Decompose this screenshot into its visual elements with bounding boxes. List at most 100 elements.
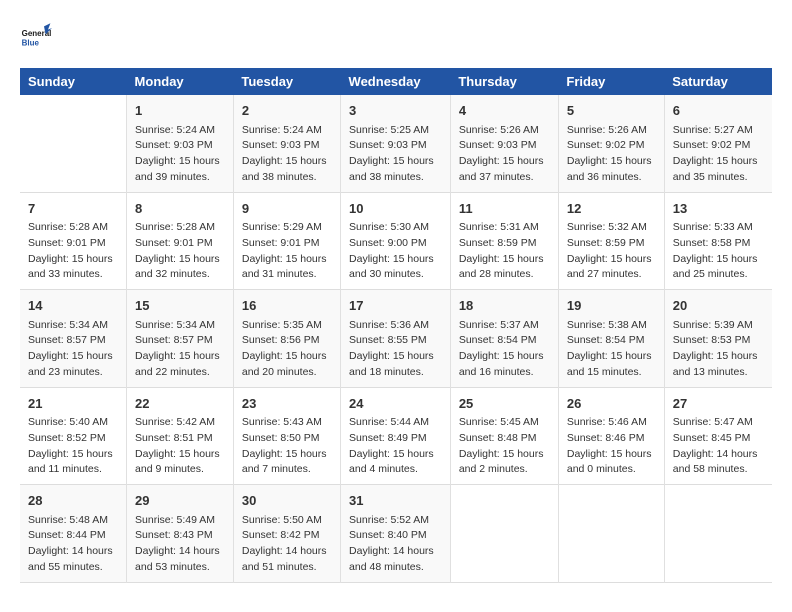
calendar-cell: 19Sunrise: 5:38 AM Sunset: 8:54 PM Dayli… <box>558 290 664 388</box>
day-number: 29 <box>135 491 225 511</box>
day-number: 18 <box>459 296 550 316</box>
day-info: Sunrise: 5:42 AM Sunset: 8:51 PM Dayligh… <box>135 415 225 478</box>
day-number: 20 <box>673 296 764 316</box>
day-number: 28 <box>28 491 118 511</box>
calendar-cell: 14Sunrise: 5:34 AM Sunset: 8:57 PM Dayli… <box>20 290 127 388</box>
day-number: 13 <box>673 199 764 219</box>
calendar-cell: 15Sunrise: 5:34 AM Sunset: 8:57 PM Dayli… <box>127 290 234 388</box>
calendar-cell: 24Sunrise: 5:44 AM Sunset: 8:49 PM Dayli… <box>341 387 451 485</box>
calendar-cell: 30Sunrise: 5:50 AM Sunset: 8:42 PM Dayli… <box>233 485 340 583</box>
day-number: 16 <box>242 296 332 316</box>
day-info: Sunrise: 5:34 AM Sunset: 8:57 PM Dayligh… <box>135 318 225 381</box>
calendar-cell: 11Sunrise: 5:31 AM Sunset: 8:59 PM Dayli… <box>450 192 558 290</box>
day-number: 5 <box>567 101 656 121</box>
calendar-cell: 2Sunrise: 5:24 AM Sunset: 9:03 PM Daylig… <box>233 95 340 192</box>
day-info: Sunrise: 5:46 AM Sunset: 8:46 PM Dayligh… <box>567 415 656 478</box>
day-info: Sunrise: 5:24 AM Sunset: 9:03 PM Dayligh… <box>135 123 225 186</box>
calendar-cell: 31Sunrise: 5:52 AM Sunset: 8:40 PM Dayli… <box>341 485 451 583</box>
day-number: 11 <box>459 199 550 219</box>
day-number: 12 <box>567 199 656 219</box>
day-number: 9 <box>242 199 332 219</box>
day-number: 10 <box>349 199 442 219</box>
header-friday: Friday <box>558 68 664 95</box>
calendar-cell: 10Sunrise: 5:30 AM Sunset: 9:00 PM Dayli… <box>341 192 451 290</box>
day-info: Sunrise: 5:32 AM Sunset: 8:59 PM Dayligh… <box>567 220 656 283</box>
calendar-table: SundayMondayTuesdayWednesdayThursdayFrid… <box>20 68 772 583</box>
day-info: Sunrise: 5:36 AM Sunset: 8:55 PM Dayligh… <box>349 318 442 381</box>
calendar-cell: 12Sunrise: 5:32 AM Sunset: 8:59 PM Dayli… <box>558 192 664 290</box>
day-info: Sunrise: 5:48 AM Sunset: 8:44 PM Dayligh… <box>28 513 118 576</box>
calendar-cell: 22Sunrise: 5:42 AM Sunset: 8:51 PM Dayli… <box>127 387 234 485</box>
calendar-cell <box>558 485 664 583</box>
day-number: 23 <box>242 394 332 414</box>
calendar-cell: 28Sunrise: 5:48 AM Sunset: 8:44 PM Dayli… <box>20 485 127 583</box>
day-info: Sunrise: 5:35 AM Sunset: 8:56 PM Dayligh… <box>242 318 332 381</box>
day-info: Sunrise: 5:24 AM Sunset: 9:03 PM Dayligh… <box>242 123 332 186</box>
day-info: Sunrise: 5:43 AM Sunset: 8:50 PM Dayligh… <box>242 415 332 478</box>
calendar-cell: 27Sunrise: 5:47 AM Sunset: 8:45 PM Dayli… <box>664 387 772 485</box>
logo: General Blue <box>20 20 56 52</box>
day-number: 15 <box>135 296 225 316</box>
day-info: Sunrise: 5:33 AM Sunset: 8:58 PM Dayligh… <box>673 220 764 283</box>
calendar-cell: 25Sunrise: 5:45 AM Sunset: 8:48 PM Dayli… <box>450 387 558 485</box>
logo-icon: General Blue <box>20 20 52 52</box>
calendar-cell: 16Sunrise: 5:35 AM Sunset: 8:56 PM Dayli… <box>233 290 340 388</box>
day-info: Sunrise: 5:30 AM Sunset: 9:00 PM Dayligh… <box>349 220 442 283</box>
calendar-cell: 5Sunrise: 5:26 AM Sunset: 9:02 PM Daylig… <box>558 95 664 192</box>
calendar-cell: 3Sunrise: 5:25 AM Sunset: 9:03 PM Daylig… <box>341 95 451 192</box>
day-info: Sunrise: 5:50 AM Sunset: 8:42 PM Dayligh… <box>242 513 332 576</box>
day-info: Sunrise: 5:25 AM Sunset: 9:03 PM Dayligh… <box>349 123 442 186</box>
day-number: 31 <box>349 491 442 511</box>
day-number: 4 <box>459 101 550 121</box>
day-info: Sunrise: 5:52 AM Sunset: 8:40 PM Dayligh… <box>349 513 442 576</box>
day-info: Sunrise: 5:28 AM Sunset: 9:01 PM Dayligh… <box>135 220 225 283</box>
calendar-cell: 4Sunrise: 5:26 AM Sunset: 9:03 PM Daylig… <box>450 95 558 192</box>
header-tuesday: Tuesday <box>233 68 340 95</box>
calendar-cell <box>664 485 772 583</box>
calendar-cell: 18Sunrise: 5:37 AM Sunset: 8:54 PM Dayli… <box>450 290 558 388</box>
calendar-cell: 20Sunrise: 5:39 AM Sunset: 8:53 PM Dayli… <box>664 290 772 388</box>
calendar-header-row: SundayMondayTuesdayWednesdayThursdayFrid… <box>20 68 772 95</box>
day-info: Sunrise: 5:31 AM Sunset: 8:59 PM Dayligh… <box>459 220 550 283</box>
calendar-cell: 21Sunrise: 5:40 AM Sunset: 8:52 PM Dayli… <box>20 387 127 485</box>
day-info: Sunrise: 5:39 AM Sunset: 8:53 PM Dayligh… <box>673 318 764 381</box>
day-number: 21 <box>28 394 118 414</box>
calendar-week-1: 1Sunrise: 5:24 AM Sunset: 9:03 PM Daylig… <box>20 95 772 192</box>
day-number: 19 <box>567 296 656 316</box>
day-number: 8 <box>135 199 225 219</box>
calendar-cell: 6Sunrise: 5:27 AM Sunset: 9:02 PM Daylig… <box>664 95 772 192</box>
day-number: 27 <box>673 394 764 414</box>
day-number: 24 <box>349 394 442 414</box>
day-info: Sunrise: 5:49 AM Sunset: 8:43 PM Dayligh… <box>135 513 225 576</box>
day-info: Sunrise: 5:40 AM Sunset: 8:52 PM Dayligh… <box>28 415 118 478</box>
day-info: Sunrise: 5:38 AM Sunset: 8:54 PM Dayligh… <box>567 318 656 381</box>
day-info: Sunrise: 5:47 AM Sunset: 8:45 PM Dayligh… <box>673 415 764 478</box>
header-wednesday: Wednesday <box>341 68 451 95</box>
calendar-week-4: 21Sunrise: 5:40 AM Sunset: 8:52 PM Dayli… <box>20 387 772 485</box>
day-number: 25 <box>459 394 550 414</box>
svg-text:Blue: Blue <box>22 39 40 48</box>
day-number: 6 <box>673 101 764 121</box>
day-info: Sunrise: 5:44 AM Sunset: 8:49 PM Dayligh… <box>349 415 442 478</box>
day-number: 7 <box>28 199 118 219</box>
header-monday: Monday <box>127 68 234 95</box>
calendar-cell: 17Sunrise: 5:36 AM Sunset: 8:55 PM Dayli… <box>341 290 451 388</box>
day-number: 26 <box>567 394 656 414</box>
calendar-cell: 26Sunrise: 5:46 AM Sunset: 8:46 PM Dayli… <box>558 387 664 485</box>
day-info: Sunrise: 5:37 AM Sunset: 8:54 PM Dayligh… <box>459 318 550 381</box>
day-info: Sunrise: 5:26 AM Sunset: 9:03 PM Dayligh… <box>459 123 550 186</box>
day-number: 22 <box>135 394 225 414</box>
day-number: 30 <box>242 491 332 511</box>
day-number: 3 <box>349 101 442 121</box>
header-saturday: Saturday <box>664 68 772 95</box>
calendar-week-2: 7 Sunrise: 5:28 AM Sunset: 9:01 PM Daylig… <box>20 192 772 290</box>
day-number: 1 <box>135 101 225 121</box>
calendar-cell: 13Sunrise: 5:33 AM Sunset: 8:58 PM Dayli… <box>664 192 772 290</box>
calendar-cell: 7Sunrise: 5:28 AM Sunset: 9:01 PM Daylig… <box>20 192 127 290</box>
calendar-cell: 8Sunrise: 5:28 AM Sunset: 9:01 PM Daylig… <box>127 192 234 290</box>
day-info: Sunrise: 5:26 AM Sunset: 9:02 PM Dayligh… <box>567 123 656 186</box>
calendar-cell: 1Sunrise: 5:24 AM Sunset: 9:03 PM Daylig… <box>127 95 234 192</box>
day-number: 2 <box>242 101 332 121</box>
day-number: 14 <box>28 296 118 316</box>
day-info: Sunrise: 5:27 AM Sunset: 9:02 PM Dayligh… <box>673 123 764 186</box>
